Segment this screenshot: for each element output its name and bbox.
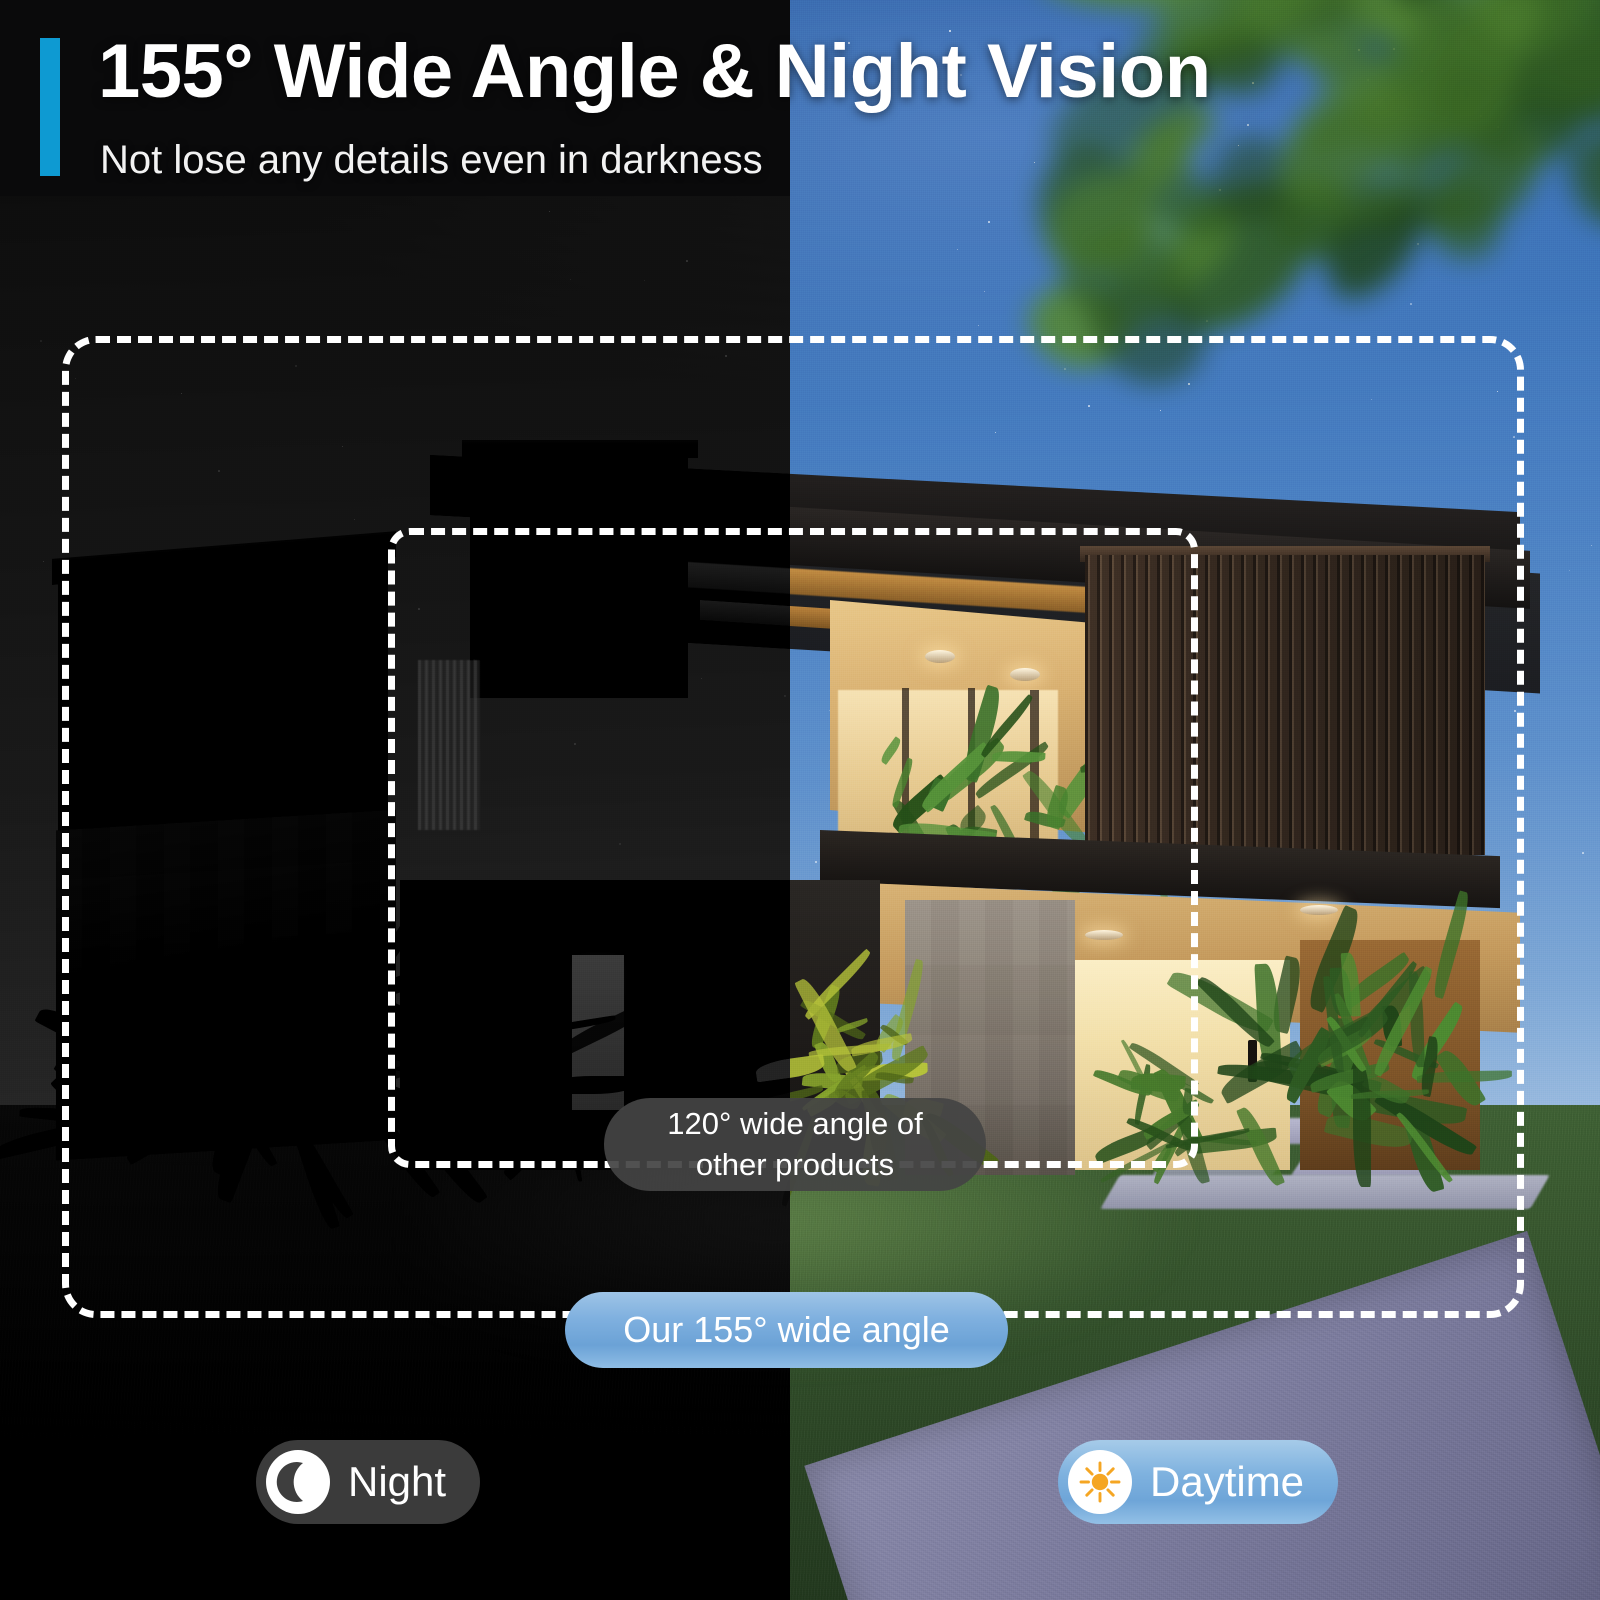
- moon-stars-icon: [266, 1450, 330, 1514]
- accent-bar: [40, 38, 60, 176]
- callout-ours-label: Our 155° wide angle: [623, 1309, 950, 1350]
- badge-daytime-label: Daytime: [1150, 1458, 1305, 1505]
- badge-daytime: Daytime: [1058, 1440, 1339, 1524]
- page-title: 155° Wide Angle & Night Vision: [98, 29, 1211, 114]
- callout-other-line2: other products: [695, 1146, 895, 1182]
- badge-night: Night: [256, 1440, 481, 1524]
- page-subtitle: Not lose any details even in darkness: [100, 138, 763, 182]
- callout-other-line1: 120° wide angle of: [667, 1105, 923, 1141]
- callout-other-products: 120° wide angle of other products: [604, 1098, 986, 1191]
- header: 155° Wide Angle & Night Vision Not lose …: [0, 0, 1600, 200]
- sun-icon: [1068, 1450, 1132, 1514]
- promo-banner: 155° Wide Angle & Night Vision Not lose …: [0, 0, 1600, 1600]
- wide-angle-frame-120: [388, 528, 1198, 1168]
- callout-our-wide-angle: Our 155° wide angle: [565, 1292, 1008, 1368]
- badge-night-label: Night: [348, 1458, 447, 1505]
